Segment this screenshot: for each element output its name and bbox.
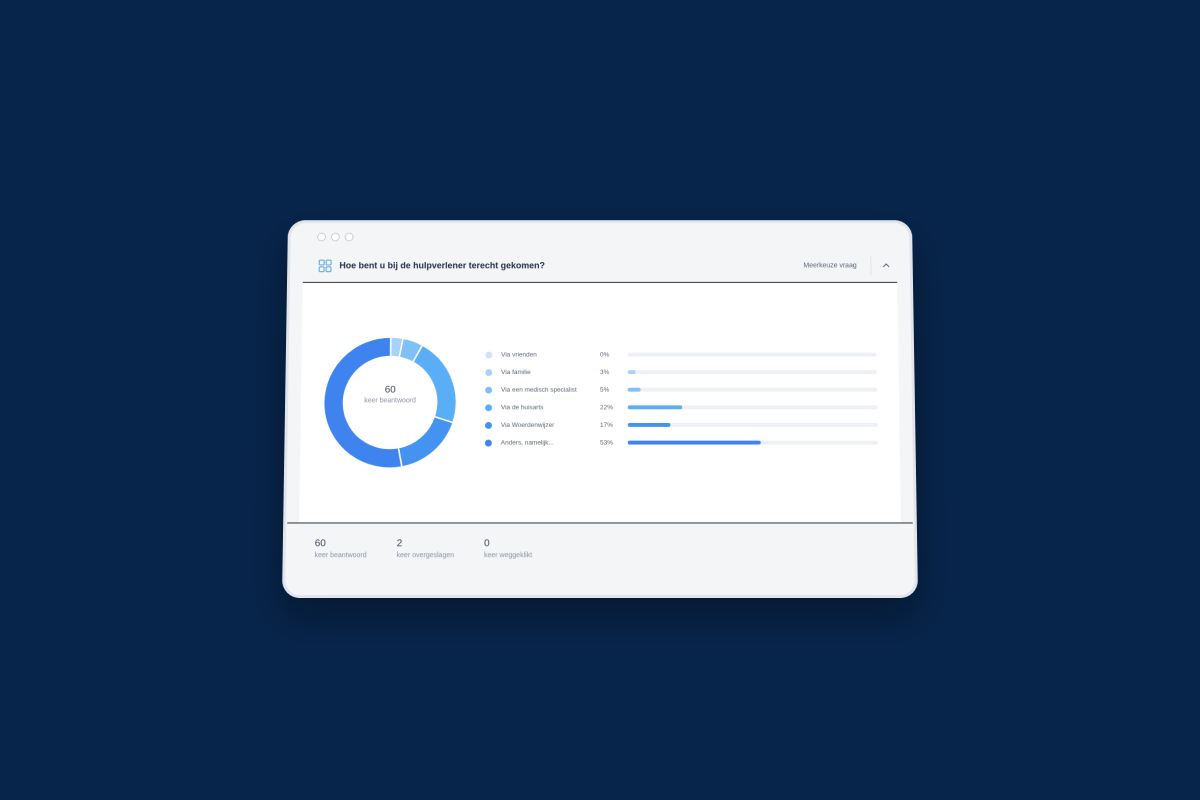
- footer-divider-line: [287, 522, 913, 524]
- stat-value: 2: [396, 538, 403, 550]
- legend-dot: [485, 403, 493, 411]
- stat-clicked-away: 0 keer weggeklikt: [484, 538, 532, 559]
- question-result-card: Hoe bent u bij de hulpverlener terecht g…: [282, 220, 918, 598]
- answer-percent: 0%: [600, 351, 610, 359]
- answer-percent: 5%: [600, 386, 610, 394]
- stat-value: 60: [314, 538, 326, 550]
- grid-icon: [319, 259, 332, 272]
- window-dot[interactable]: [317, 232, 327, 242]
- answer-label: Via Woerdenwijzer: [500, 421, 555, 429]
- answer-row: Via de huisarts 22%: [485, 399, 878, 417]
- header-divider-line: [302, 281, 898, 283]
- answer-label: Via vrienden: [501, 351, 537, 359]
- chevron-up-icon[interactable]: [881, 261, 891, 271]
- answer-label: Anders, namelijk...: [500, 439, 554, 447]
- stat-value: 0: [484, 538, 490, 550]
- results-panel: 60 keer beantwoord Via vrienden 0% Via fam…: [299, 283, 901, 523]
- bar-fill: [627, 422, 671, 427]
- answer-row: Via een medisch specialist 5%: [485, 381, 878, 399]
- bar-fill: [627, 440, 761, 445]
- donut-label: keer beantwoord: [364, 397, 416, 405]
- bar-track: [627, 370, 877, 375]
- bar-track: [627, 387, 878, 392]
- legend-dot: [484, 439, 492, 447]
- answer-row: Via Woerdenwijzer 17%: [484, 416, 878, 434]
- window-dot[interactable]: [330, 232, 340, 242]
- question-title: Hoe bent u bij de hulpverlener terecht g…: [339, 260, 545, 271]
- header-divider: [870, 255, 872, 276]
- bar-fill: [627, 370, 636, 375]
- legend-dot: [485, 351, 493, 359]
- answer-label: Via een medisch specialist: [501, 386, 577, 394]
- bar-fill: [627, 387, 641, 392]
- answer-percent: 53%: [600, 439, 613, 447]
- donut-count: 60: [384, 384, 396, 396]
- question-type-label: Meerkeuze vraag: [803, 262, 857, 269]
- donut-chart: 60 keer beantwoord: [320, 334, 460, 471]
- window-dot[interactable]: [344, 232, 354, 242]
- bar-track: [627, 405, 878, 410]
- legend-dot: [484, 421, 492, 429]
- stat-label: keer beantwoord: [314, 552, 367, 560]
- answer-label: Via familie: [501, 368, 531, 376]
- answer-row: Via vrienden 0%: [485, 346, 877, 364]
- answer-row: Anders, namelijk... 53%: [484, 434, 878, 452]
- stat-label: keer weggeklikt: [483, 552, 533, 560]
- answer-row: Via familie 3%: [485, 363, 877, 381]
- bar-track: [627, 440, 878, 445]
- answer-percent: 22%: [600, 403, 613, 411]
- bar-track: [627, 352, 877, 357]
- donut-slice: [398, 417, 453, 467]
- answer-list: Via vrienden 0% Via familie 3% Via een medis…: [484, 346, 878, 452]
- background: Hoe bent u bij de hulpverlener terecht g…: [0, 0, 1200, 800]
- stat-answered: 60 keer beantwoord: [315, 538, 367, 559]
- stat-label: keer overgeslagen: [396, 552, 455, 560]
- donut-center: 60 keer beantwoord: [321, 385, 460, 405]
- answer-label: Via de huisarts: [500, 403, 544, 411]
- answer-percent: 3%: [600, 368, 610, 376]
- answer-percent: 17%: [600, 421, 613, 429]
- legend-dot: [485, 368, 493, 376]
- stat-skipped: 2 keer overgeslagen: [397, 538, 455, 559]
- bar-fill: [627, 405, 683, 410]
- question-header: Hoe bent u bij de hulpverlener terecht g…: [303, 249, 897, 282]
- stats-footer: 60 keer beantwoord 2 keer overgeslagen 0…: [315, 538, 533, 559]
- bar-track: [627, 422, 878, 427]
- legend-dot: [485, 386, 493, 394]
- window-controls: [317, 232, 354, 242]
